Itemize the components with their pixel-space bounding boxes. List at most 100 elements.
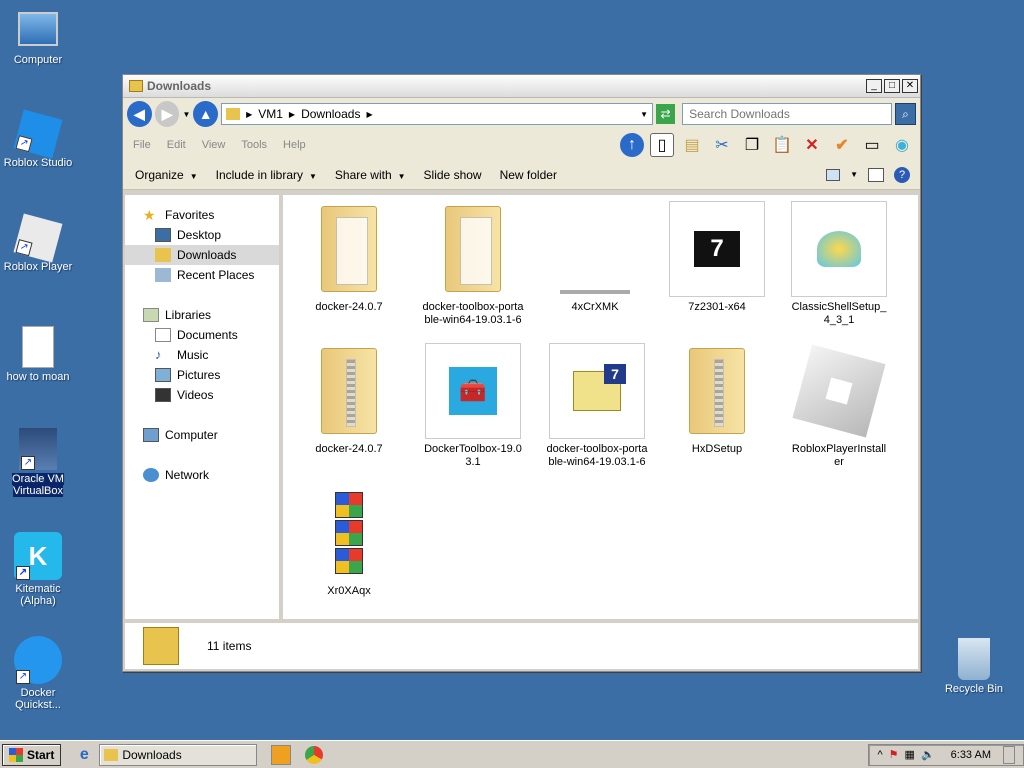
- file-item-docker-folder[interactable]: docker-24.0.7: [299, 201, 399, 314]
- file-item-docker-toolbox-7z[interactable]: 7 docker-toolbox-portable-win64-19.03.1-…: [545, 343, 649, 469]
- file-item-hxdsetup[interactable]: HxDSetup: [667, 343, 767, 456]
- include-in-library-label: Include in library: [215, 167, 303, 182]
- back-button[interactable]: ◀: [127, 101, 152, 127]
- nav-label: Desktop: [177, 228, 222, 242]
- clock[interactable]: 6:33 AM: [951, 749, 991, 761]
- chevron-down-icon[interactable]: ▼: [850, 170, 858, 179]
- nav-favorites[interactable]: ★ Favorites: [125, 205, 279, 225]
- folder-options-icon[interactable]: ▤: [680, 133, 704, 157]
- network-status-icon[interactable]: ▦: [905, 748, 915, 761]
- file-item-docker-zip[interactable]: docker-24.0.7: [299, 343, 399, 456]
- preview-pane-icon[interactable]: ▯: [650, 133, 674, 157]
- ie-icon[interactable]: e: [73, 744, 95, 766]
- desktop-icon-virtualbox[interactable]: ↗ Oracle VM VirtualBox: [0, 428, 76, 497]
- file-item-classicshell[interactable]: ClassicShellSetup_4_3_1: [789, 201, 889, 327]
- refresh-button[interactable]: ⇄: [656, 104, 676, 124]
- desktop-icon-kitematic[interactable]: K ↗ Kitematic (Alpha): [0, 532, 76, 607]
- up-button[interactable]: ▲: [193, 101, 219, 127]
- chrome-icon[interactable]: [305, 745, 324, 764]
- libraries-icon: [143, 308, 159, 322]
- menu-help[interactable]: Help: [283, 139, 306, 151]
- breadcrumb-separator-icon[interactable]: ▶: [289, 110, 295, 119]
- nav-network[interactable]: Network: [125, 465, 279, 485]
- breadcrumb-root[interactable]: VM1: [258, 107, 283, 121]
- nav-desktop[interactable]: Desktop: [125, 225, 279, 245]
- desktop-icon-roblox-player[interactable]: ↗ Roblox Player: [0, 213, 76, 273]
- menu-tools[interactable]: Tools: [241, 139, 267, 151]
- file-name: ClassicShellSetup_4_3_1: [791, 301, 887, 326]
- address-field[interactable]: ▶ VM1 ▶ Downloads ▶ ▼: [221, 103, 654, 125]
- change-view-icon[interactable]: [826, 168, 841, 181]
- breadcrumb-folder[interactable]: Downloads: [301, 107, 360, 121]
- shortcut-arrow-icon: ↗: [15, 239, 33, 257]
- new-folder-button[interactable]: New folder: [500, 168, 557, 182]
- breadcrumb-separator-icon[interactable]: ▶: [246, 110, 252, 119]
- action-center-icon[interactable]: ⚑: [889, 748, 899, 761]
- taskbar-downloads-button[interactable]: Downloads: [99, 743, 258, 766]
- menu-file[interactable]: File: [133, 139, 151, 151]
- desktop-icon-roblox-studio[interactable]: ↗ Roblox Studio: [0, 109, 76, 169]
- minimize-button[interactable]: _: [866, 79, 882, 93]
- history-dropdown-icon[interactable]: ▼: [182, 110, 190, 119]
- shortcut-arrow-icon: ↗: [16, 670, 30, 684]
- properties-check-icon[interactable]: ✔: [830, 133, 854, 157]
- up-arrow-icon[interactable]: ↑: [620, 133, 644, 157]
- explorer-body: ★ Favorites Desktop Downloads Recent Plac…: [125, 195, 918, 619]
- desktop-icon-label: Roblox Studio: [3, 157, 73, 169]
- copy-icon[interactable]: ❐: [740, 133, 764, 157]
- title-bar[interactable]: Downloads _ □ ✕: [123, 75, 920, 98]
- menu-edit[interactable]: Edit: [167, 139, 186, 151]
- command-bar: Organize ▼ Include in library ▼ Share with…: [123, 160, 920, 190]
- show-desktop-button[interactable]: [1003, 745, 1015, 764]
- nav-libraries[interactable]: Libraries: [125, 305, 279, 325]
- text-file-icon: [22, 326, 54, 368]
- shortcut-arrow-icon: ↗: [15, 135, 33, 153]
- slide-show-button[interactable]: Slide show: [424, 168, 482, 182]
- roblox-icon: [791, 343, 887, 439]
- help-icon[interactable]: ?: [894, 166, 910, 183]
- file-item-4xcrxmk[interactable]: 4xCrXMK: [545, 201, 645, 314]
- start-button[interactable]: Start: [2, 743, 62, 766]
- paste-icon[interactable]: 📋: [770, 133, 794, 157]
- rename-icon[interactable]: ▭: [860, 133, 884, 157]
- folder-icon: [129, 80, 143, 92]
- menu-view[interactable]: View: [202, 139, 226, 151]
- desktop-icon-how-to-moan[interactable]: how to moan: [0, 326, 76, 383]
- breadcrumb-separator-icon[interactable]: ▶: [366, 110, 372, 119]
- desktop-icon-recycle-bin[interactable]: Recycle Bin: [936, 638, 1012, 695]
- nav-label: Documents: [177, 328, 238, 342]
- volume-icon[interactable]: 🔈: [921, 748, 935, 761]
- nav-documents[interactable]: Documents: [125, 325, 279, 345]
- cut-icon[interactable]: ✂: [710, 133, 734, 157]
- nav-recent-places[interactable]: Recent Places: [125, 265, 279, 285]
- file-item-robloxplayerinstaller[interactable]: RobloxPlayerInstaller: [789, 343, 889, 469]
- 7zip-archive-icon: 7: [549, 343, 645, 439]
- nav-pictures[interactable]: Pictures: [125, 365, 279, 385]
- include-in-library-button[interactable]: Include in library ▼: [216, 168, 317, 182]
- media-player-icon[interactable]: [271, 744, 292, 765]
- downloads-folder-icon: [143, 627, 179, 665]
- file-item-dockertoolbox[interactable]: 🧰 DockerToolbox-19.03.1: [421, 343, 525, 469]
- nav-computer[interactable]: Computer: [125, 425, 279, 445]
- address-dropdown-icon[interactable]: ▼: [640, 110, 648, 119]
- forward-button[interactable]: ▶: [154, 101, 180, 127]
- file-item-docker-toolbox-portable-folder[interactable]: docker-toolbox-portable-win64-19.03.1-6: [421, 201, 525, 327]
- organize-button[interactable]: Organize ▼: [135, 168, 198, 182]
- classic-shell-icon[interactable]: ◉: [890, 133, 914, 157]
- show-hidden-icons-icon[interactable]: ^: [877, 749, 882, 761]
- desktop-icon-docker-quickstart[interactable]: ↗ Docker Quickst...: [0, 636, 76, 711]
- preview-pane-icon[interactable]: [868, 167, 884, 182]
- share-with-button[interactable]: Share with ▼: [335, 168, 406, 182]
- file-item-xr0xaqx[interactable]: Xr0XAqx: [299, 485, 399, 598]
- desktop-icon-computer[interactable]: Computer: [0, 8, 76, 66]
- file-item-7z2301[interactable]: 7 7z2301-x64: [667, 201, 767, 314]
- search-input[interactable]: [682, 103, 892, 125]
- maximize-button[interactable]: □: [884, 79, 900, 93]
- search-icon[interactable]: ⌕: [894, 103, 916, 125]
- delete-icon[interactable]: ✕: [800, 133, 824, 157]
- nav-music[interactable]: ♪ Music: [125, 345, 279, 365]
- nav-downloads[interactable]: Downloads: [125, 245, 279, 265]
- close-button[interactable]: ✕: [902, 79, 918, 93]
- nav-videos[interactable]: Videos: [125, 385, 279, 405]
